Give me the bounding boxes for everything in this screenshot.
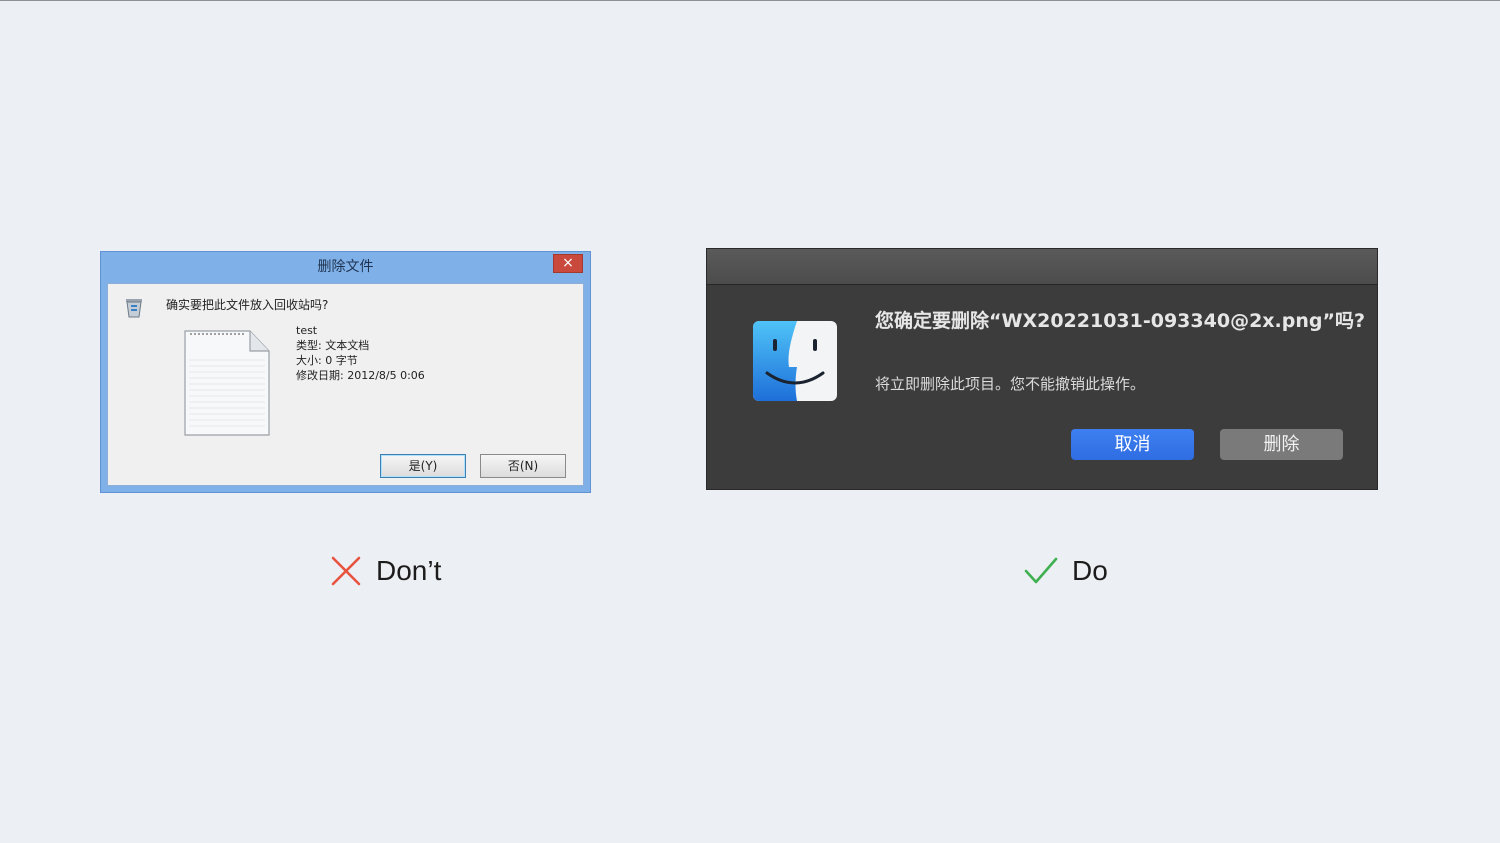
dont-caption: Don’t — [330, 553, 441, 589]
file-modified: 修改日期: 2012/8/5 0:06 — [296, 369, 425, 382]
recycle-bin-icon — [126, 299, 142, 318]
cross-icon — [331, 556, 361, 586]
mac-title-bar — [707, 249, 1377, 285]
dont-label: Don’t — [376, 555, 442, 586]
checkmark-icon — [1024, 557, 1058, 584]
windows-dialog-body: 确实要把此文件放入回收站吗? test 类型: 文本文档 大小: 0 字节 修改… — [107, 283, 584, 486]
file-name: test — [296, 324, 318, 337]
mac-dialog-title: 您确定要删除“WX20221031-093340@2x.png”吗? — [875, 310, 1365, 332]
mac-delete-dialog: 您确定要删除“WX20221031-093340@2x.png”吗? 将立即删除… — [706, 248, 1378, 490]
do-label: Do — [1072, 555, 1108, 586]
close-button[interactable]: × — [553, 254, 583, 273]
windows-delete-dialog: 删除文件 × 确实要把此文件放入回收站吗? test 类型: 文本文档 大小: … — [100, 251, 591, 493]
text-file-icon — [184, 330, 270, 436]
no-button[interactable]: 否(N) — [480, 454, 566, 478]
file-type: 类型: 文本文档 — [296, 339, 370, 352]
yes-button[interactable]: 是(Y) — [380, 454, 466, 478]
top-divider — [0, 0, 1500, 1]
cancel-button[interactable]: 取消 — [1071, 429, 1194, 460]
delete-button[interactable]: 删除 — [1220, 429, 1343, 460]
file-details: test 类型: 文本文档 大小: 0 字节 修改日期: 2012/8/5 0:… — [296, 323, 425, 383]
windows-dialog-title: 删除文件 — [317, 259, 374, 275]
mac-dialog-message: 将立即删除此项目。您不能撤销此操作。 — [875, 375, 1146, 393]
do-caption: Do — [1024, 553, 1108, 589]
finder-icon — [753, 321, 837, 401]
confirm-question: 确实要把此文件放入回收站吗? — [166, 298, 329, 312]
file-size: 大小: 0 字节 — [296, 354, 358, 367]
